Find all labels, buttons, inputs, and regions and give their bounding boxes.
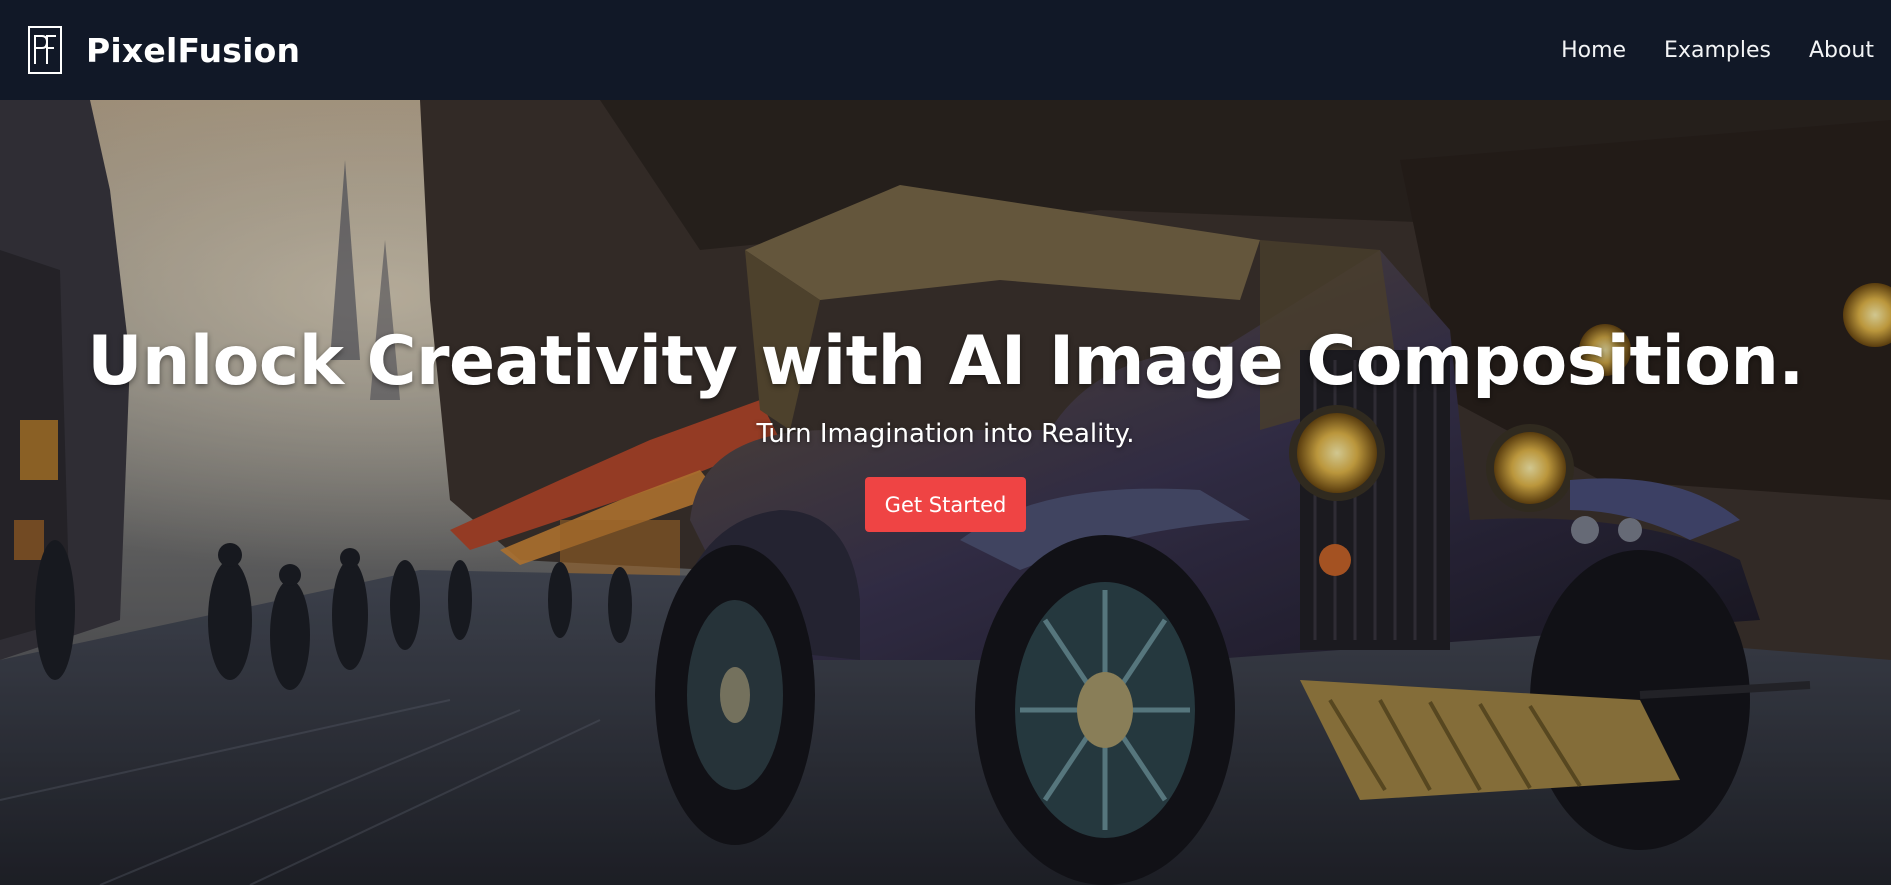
hero-title: Unlock Creativity with AI Image Composit… [87,322,1804,401]
nav-link-home[interactable]: Home [1561,38,1626,63]
hero-content: Unlock Creativity with AI Image Composit… [0,322,1891,532]
brand-home-link[interactable]: PixelFusion [28,26,300,74]
get-started-button[interactable]: Get Started [864,477,1027,532]
brand-name: PixelFusion [86,30,301,70]
nav-link-about[interactable]: About [1809,38,1874,63]
top-navbar: PixelFusion Home Examples About [0,0,1891,100]
main-nav: Home Examples About [1561,38,1874,63]
pf-logo-icon [28,26,62,74]
hero-section: Unlock Creativity with AI Image Composit… [0,100,1891,885]
nav-link-examples[interactable]: Examples [1664,38,1771,63]
hero-subtitle: Turn Imagination into Reality. [756,419,1135,449]
